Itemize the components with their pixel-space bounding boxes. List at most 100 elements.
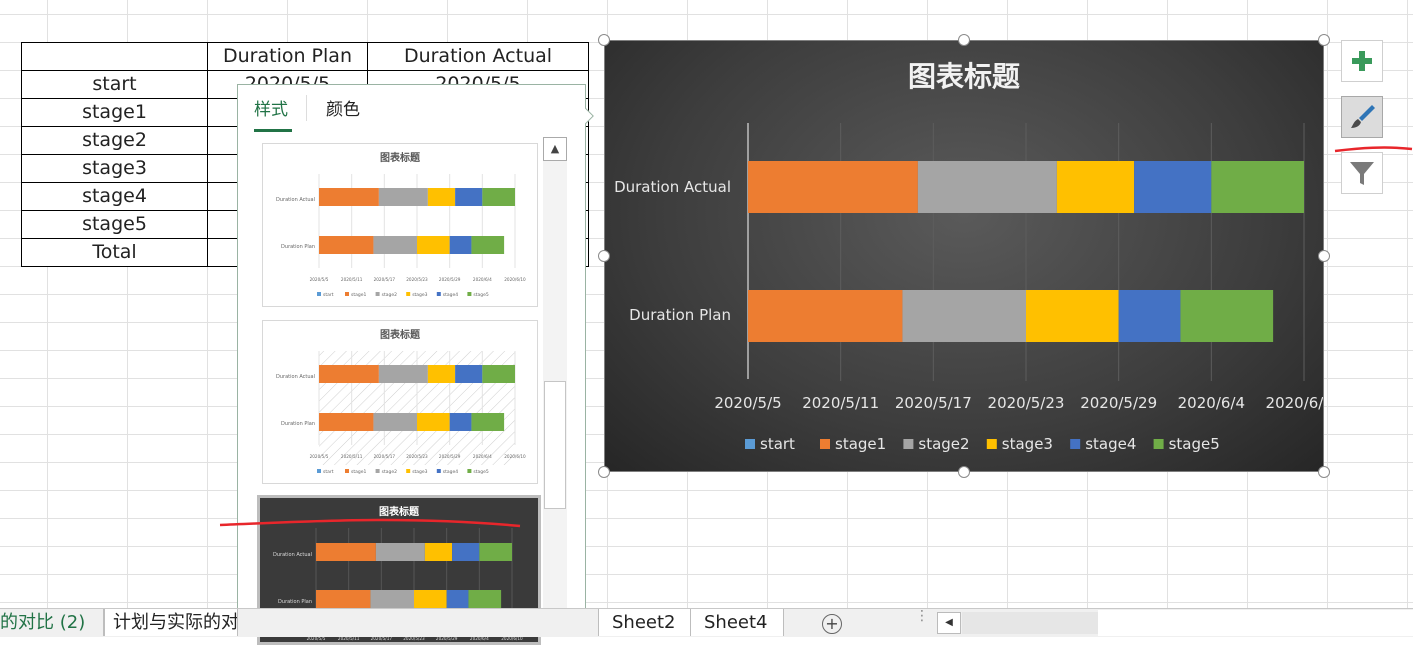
bar-segment-stage1[interactable] — [748, 290, 903, 342]
x-tick-label: 2020/6/4 — [473, 454, 492, 459]
table-cell[interactable]: start — [21, 70, 208, 99]
resize-handle-bottom[interactable] — [958, 466, 970, 478]
resize-handle-right[interactable] — [1318, 250, 1330, 262]
bar-segment-stage4 — [449, 413, 472, 431]
bar-segment-stage4[interactable] — [1118, 290, 1181, 342]
bar-segment-stage5 — [471, 413, 505, 431]
table-cell[interactable]: stage5 — [21, 210, 208, 239]
sheet-tab-plan-vs-actual[interactable]: 计划与实际的对比 — [104, 609, 238, 636]
bar-segment-stage3 — [417, 413, 450, 431]
active-tab-indicator — [254, 129, 292, 132]
resize-handle-top-left[interactable] — [598, 34, 610, 46]
bar-segment-stage5 — [482, 365, 515, 383]
sheet-tab-bar: 的对比 (2) 计划与实际的对比 Sheet2 Sheet4 + ⋮ ◀ — [0, 608, 1413, 637]
legend-swatch-stage3 — [406, 469, 411, 473]
bar-segment-stage2 — [378, 365, 428, 383]
style-2-title: 图表标题 — [380, 328, 421, 341]
scroll-up-button[interactable]: ▲ — [543, 137, 567, 161]
chart-elements-button[interactable] — [1341, 40, 1383, 82]
scroll-thumb[interactable] — [544, 381, 566, 509]
chart-style-option-2[interactable]: 图表标题 Duration Actual Duration Plan 2020/… — [262, 320, 538, 484]
resize-handle-left[interactable] — [598, 250, 610, 262]
legend-swatch-stage2 — [903, 439, 914, 449]
legend-entry-start: start — [760, 435, 795, 453]
bar-segment-stage3[interactable] — [1026, 290, 1119, 342]
legend-entry-start: start — [323, 469, 334, 475]
resize-handle-top-right[interactable] — [1318, 34, 1330, 46]
bar-segment-stage2[interactable] — [917, 161, 1057, 213]
legend-swatch-stage4 — [436, 292, 441, 296]
tab-style[interactable]: 样式 — [254, 95, 288, 120]
legend-swatch-stage1 — [345, 292, 349, 296]
legend-entry-stage2: stage2 — [918, 435, 969, 453]
legend-entry-stage4: stage4 — [443, 292, 458, 298]
x-tick-label: 2020/6/10 — [504, 277, 526, 282]
bar-segment-stage4[interactable] — [1134, 161, 1212, 213]
legend-entry-stage5: stage5 — [473, 292, 488, 298]
legend-swatch-stage1 — [345, 469, 349, 473]
bar-segment-stage4 — [449, 236, 472, 254]
x-tick-label: 2020/5/17 — [374, 454, 396, 459]
table-cell[interactable]: stage2 — [21, 126, 208, 155]
legend-swatch-stage3 — [986, 439, 997, 449]
table-cell[interactable]: Total — [21, 238, 208, 267]
bar-segment-stage5[interactable] — [1180, 290, 1274, 342]
bar-segment-stage4 — [455, 188, 483, 206]
horizontal-scroll-thumb[interactable] — [1098, 610, 1413, 636]
legend-swatch-stage4 — [436, 469, 441, 473]
bar-segment-stage2[interactable] — [902, 290, 1026, 342]
scroll-left-button[interactable]: ◀ — [937, 612, 961, 634]
table-cell[interactable] — [21, 42, 208, 71]
sheet-tab-sheet2[interactable]: Sheet2 — [598, 609, 691, 636]
legend-swatch-stage4 — [1070, 439, 1081, 449]
resize-handle-bottom-right[interactable] — [1318, 466, 1330, 478]
bar-segment-stage1[interactable] — [748, 161, 918, 213]
chart-title[interactable]: 图表标题 — [908, 60, 1020, 93]
bar-segment-stage3[interactable] — [1056, 161, 1135, 213]
chart-style-option-1[interactable]: 图表标题 Duration Actual Duration Plan 2020/… — [262, 143, 538, 307]
legend-entry-stage3: stage3 — [1002, 435, 1053, 453]
table-cell[interactable]: stage1 — [21, 98, 208, 127]
chart-area[interactable]: 图表标题 Duration Actual Duration Plan 2020/… — [604, 40, 1342, 472]
resize-handle-top[interactable] — [958, 34, 970, 46]
bar-segment-stage1 — [319, 413, 374, 431]
chart-styles-button[interactable] — [1341, 96, 1383, 138]
sheet-tab-comparison-2[interactable]: 的对比 (2) — [0, 609, 104, 636]
x-tick-label: 2020/6/10 — [504, 454, 526, 459]
table-header-duration-actual[interactable]: Duration Actual — [367, 42, 589, 71]
x-tick-label: 2020/5/23 — [988, 394, 1065, 412]
x-tick-label: 2020/5/17 — [374, 277, 396, 282]
legend-entry-stage2: stage2 — [382, 469, 397, 475]
legend-entry-stage2: stage2 — [382, 292, 397, 298]
bar-segment-stage4 — [446, 590, 469, 608]
sheet-tab-sheet4[interactable]: Sheet4 — [691, 609, 784, 636]
bar-segment-stage1 — [316, 543, 376, 561]
chart-filters-button[interactable] — [1341, 152, 1383, 194]
bar-segment-stage5 — [468, 590, 502, 608]
bar-segment-stage1 — [319, 188, 379, 206]
bar-segment-stage1 — [319, 365, 379, 383]
resize-handle-bottom-left[interactable] — [598, 466, 610, 478]
table-header-duration-plan[interactable]: Duration Plan — [207, 42, 368, 71]
legend-swatch-start — [317, 469, 321, 473]
table-cell[interactable]: stage3 — [21, 154, 208, 183]
style-2-category-label: Duration Actual — [276, 374, 315, 380]
bar-segment-stage5 — [482, 188, 515, 206]
x-tick-label: 2020/5/5 — [310, 277, 329, 282]
chart-legend: start stage1 stage2 stage3 stage4 stage5 — [745, 435, 1220, 453]
table-cell[interactable]: stage4 — [21, 182, 208, 211]
style-1-category-label: Duration Actual — [276, 197, 315, 203]
paintbrush-icon — [1351, 105, 1375, 128]
style-3-title: 图表标题 — [379, 505, 420, 518]
legend-swatch-stage2 — [375, 292, 380, 296]
bar-segment-stage5[interactable] — [1211, 161, 1304, 213]
horizontal-scrollbar[interactable] — [962, 612, 1098, 634]
style-3-category-label: Duration Plan — [278, 599, 312, 605]
x-tick-label: 2020/5/11 — [802, 394, 879, 412]
style-1-legend: start stage1 stage2 stage3 stage4 stage5 — [317, 292, 489, 298]
tab-color[interactable]: 颜色 — [326, 95, 360, 120]
bar-segment-stage3 — [427, 365, 456, 383]
legend-entry-start: start — [323, 292, 334, 298]
add-sheet-button[interactable]: + — [822, 614, 842, 634]
tab-split-handle[interactable]: ⋮ — [915, 609, 929, 623]
